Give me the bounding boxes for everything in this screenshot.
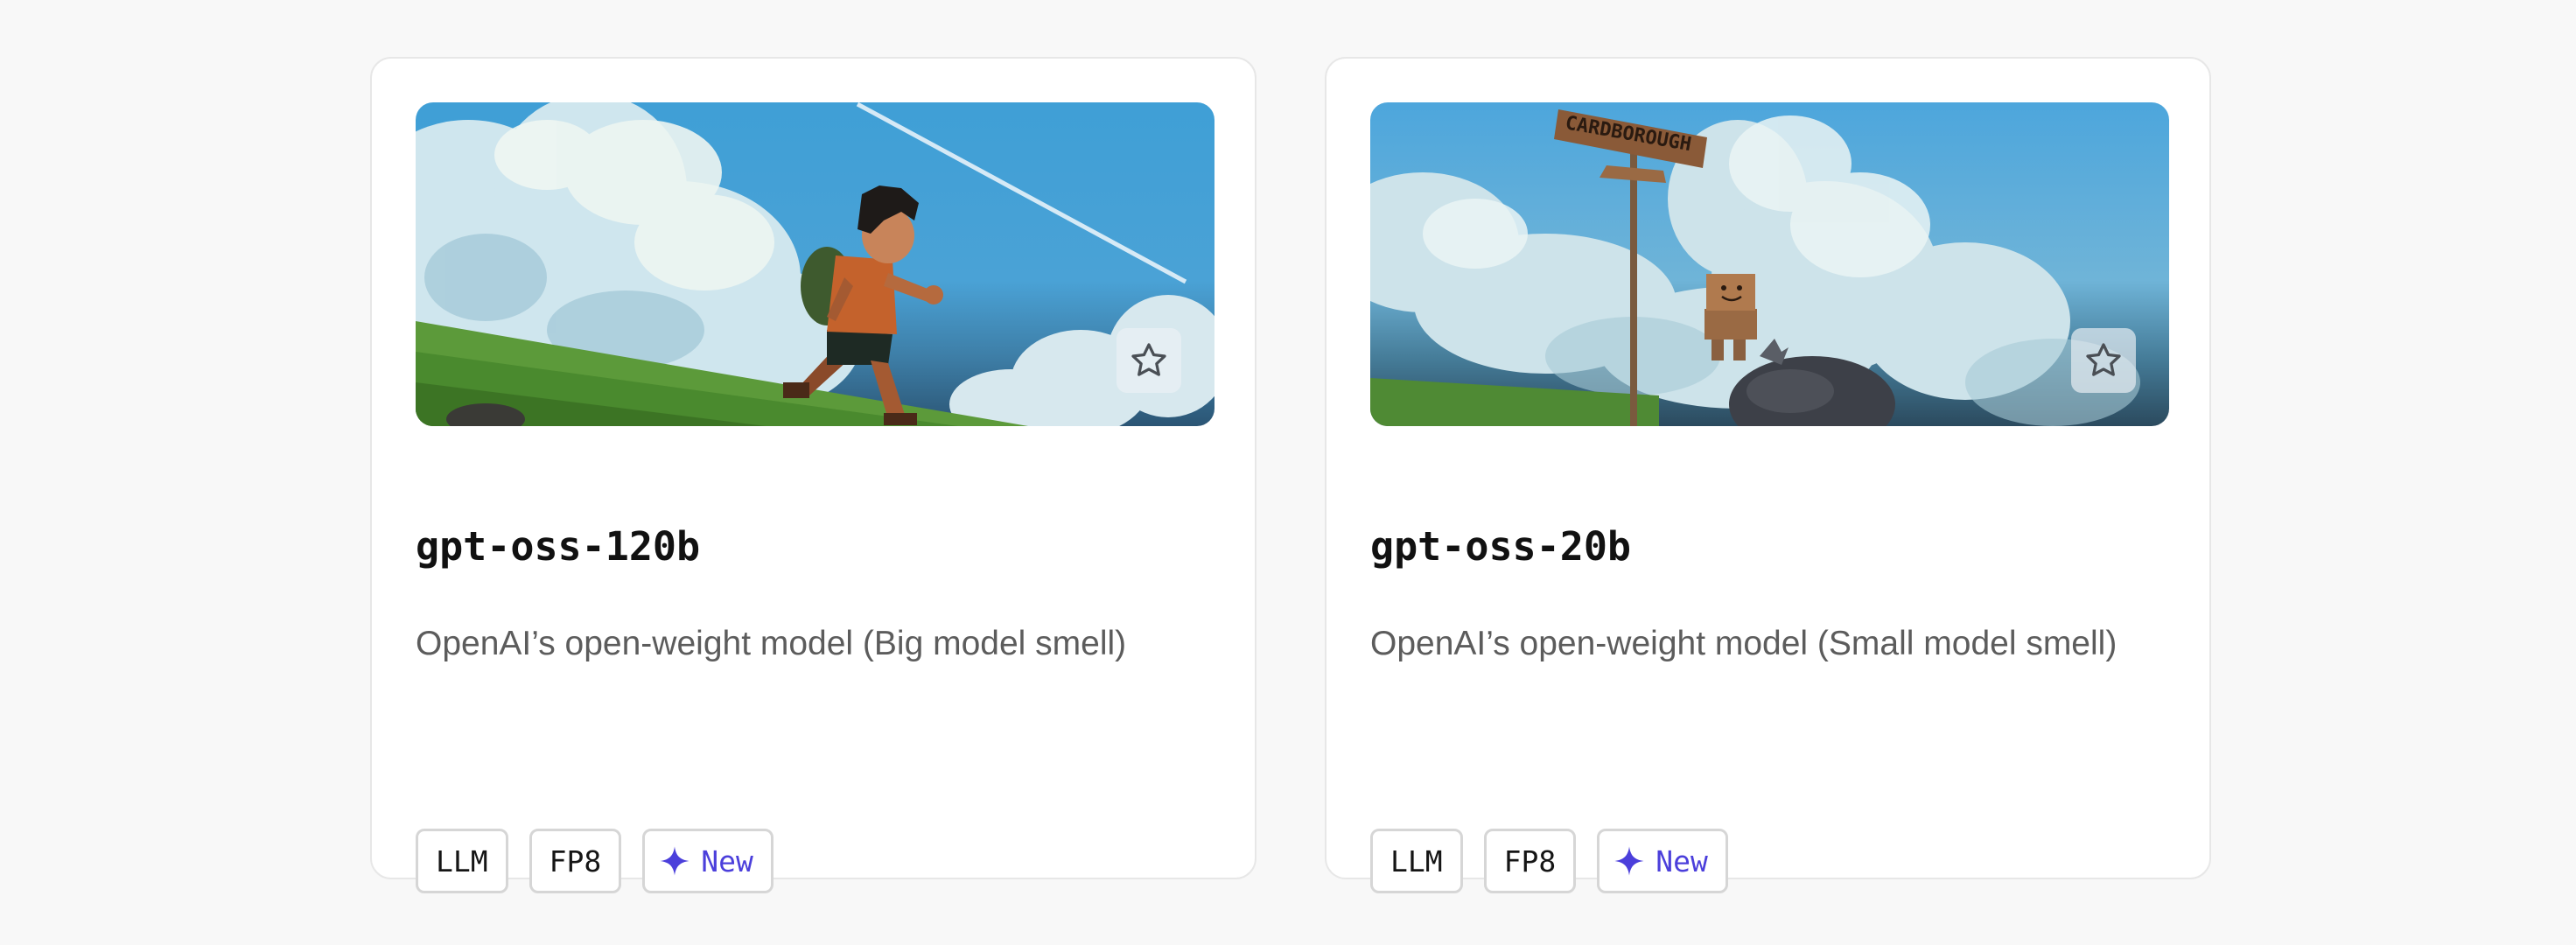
tag-new-label: New	[701, 844, 753, 878]
tag-fp8: FP8	[1483, 829, 1577, 893]
model-title: gpt-oss-120b	[416, 523, 701, 570]
sparkle-icon	[660, 846, 690, 876]
model-description: OpenAI’s open-weight model (Big model sm…	[416, 625, 1127, 662]
pixel-art-runner-illustration	[416, 102, 1214, 426]
model-card-gpt-oss-120b[interactable]: gpt-oss-120b OpenAI’s open-weight model …	[370, 57, 1256, 893]
tag-new: New	[1597, 829, 1728, 893]
tag-new: New	[642, 829, 774, 893]
tag-new-label: New	[1656, 844, 1708, 878]
model-thumbnail-image: CARDBOROUGH	[1370, 102, 2169, 426]
model-tags: LLM FP8 New	[416, 829, 774, 893]
star-outline-icon	[1131, 343, 1166, 376]
model-description: OpenAI’s open-weight model (Small model …	[1370, 625, 2118, 662]
favorite-button[interactable]	[2071, 328, 2136, 393]
star-outline-icon	[2086, 343, 2121, 376]
favorite-button[interactable]	[1116, 328, 1181, 393]
model-card-gpt-oss-20b[interactable]: CARDBOROUGH gpt-oss-20b OpenAI’s open-we…	[1325, 57, 2211, 893]
model-thumbnail-image	[416, 102, 1214, 426]
model-tags: LLM FP8 New	[1370, 829, 1728, 893]
sparkle-icon	[1614, 846, 1644, 876]
tag-llm: LLM	[416, 829, 508, 893]
tag-llm: LLM	[1370, 829, 1463, 893]
model-title: gpt-oss-20b	[1370, 523, 1632, 570]
tag-fp8: FP8	[528, 829, 622, 893]
pixel-art-box-robot-illustration: CARDBOROUGH	[1370, 102, 2169, 426]
